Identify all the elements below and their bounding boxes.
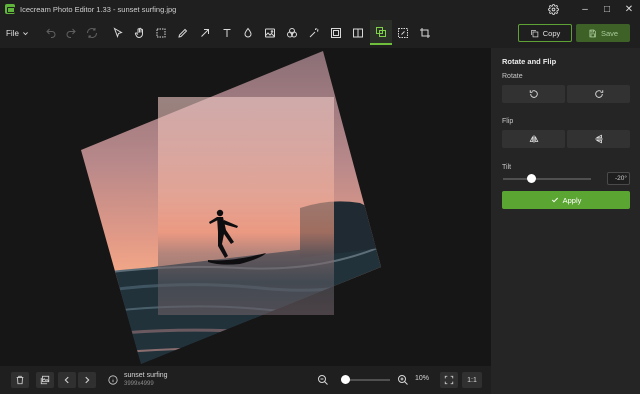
resize-tool[interactable] [393, 23, 413, 43]
blur-tool[interactable] [238, 23, 258, 43]
flip-label: Flip [502, 118, 514, 125]
text-icon [223, 29, 231, 37]
flip-vertical-icon [594, 134, 603, 144]
zoom-slider-thumb[interactable] [341, 375, 350, 384]
check-icon [551, 197, 558, 203]
tilt-slider-thumb[interactable] [527, 174, 536, 183]
rotate-flip-panel: Rotate and Flip Rotate Flip Tilt -20° Ap… [491, 48, 640, 394]
next-image-button[interactable] [78, 372, 96, 388]
window-title: Icecream Photo Editor 1.33 - sunset surf… [20, 4, 177, 14]
image-icon [265, 28, 275, 38]
file-dimensions: 3999x4999 [124, 380, 154, 387]
gallery-icon [40, 375, 50, 385]
file-menu-label: File [6, 28, 19, 38]
flip-horizontal-button[interactable] [502, 130, 565, 148]
apply-label: Apply [562, 195, 582, 205]
chevron-right-icon [85, 376, 90, 384]
trash-icon [16, 375, 24, 385]
text-tool[interactable] [217, 23, 237, 43]
pointer-icon [113, 27, 123, 38]
file-info: sunset surfing 3999x4999 [108, 372, 168, 387]
close-button[interactable]: ✕ [618, 0, 640, 18]
flip-horizontal-icon [529, 135, 538, 143]
pointer-tool[interactable] [108, 23, 128, 43]
redo-icon [66, 28, 76, 38]
save-button[interactable]: Save [576, 24, 630, 42]
pencil-tool[interactable] [173, 23, 193, 43]
tilt-slider-track[interactable] [503, 178, 591, 180]
copy-icon [530, 29, 538, 37]
undo-icon [46, 28, 56, 38]
zoom-out-icon[interactable] [317, 374, 329, 386]
toolbar: File Copy Save [0, 18, 640, 48]
tilt-label: Tilt [502, 164, 512, 171]
app-logo-icon [5, 4, 15, 14]
info-icon [108, 375, 118, 385]
reset-button[interactable] [82, 23, 102, 43]
zoom-in-icon[interactable] [397, 374, 409, 386]
previous-image-button[interactable] [58, 372, 76, 388]
split-tool[interactable] [348, 23, 368, 43]
crop-icon [420, 28, 430, 38]
bottom-bar: sunset surfing 3999x4999 10% 1:1 [0, 366, 491, 394]
arrow-tool[interactable] [195, 23, 215, 43]
file-menu[interactable]: File [6, 26, 29, 40]
window-controls: – □ ✕ [542, 0, 640, 18]
copy-button[interactable]: Copy [518, 24, 572, 42]
arrow-icon [201, 29, 209, 37]
pencil-icon [178, 28, 188, 38]
minimize-button[interactable]: – [574, 0, 596, 18]
rotate-left-button[interactable] [502, 85, 565, 103]
panel-title: Rotate and Flip [502, 57, 557, 66]
magic-wand-icon [309, 28, 319, 38]
title-bar: Icecream Photo Editor 1.33 - sunset surf… [0, 0, 640, 18]
reset-icon [87, 28, 97, 38]
apply-button[interactable]: Apply [502, 191, 630, 209]
chevron-left-icon [64, 376, 69, 384]
delete-button[interactable] [11, 372, 29, 388]
frame-tool[interactable] [326, 23, 346, 43]
chevron-down-icon [22, 31, 28, 35]
gallery-button[interactable] [36, 372, 54, 388]
zoom-level: 10% [415, 375, 430, 382]
photo-preview [81, 51, 381, 364]
split-icon [353, 28, 363, 38]
rotate-right-icon [594, 90, 603, 98]
flip-vertical-button[interactable] [567, 130, 630, 148]
rotate-label: Rotate [502, 73, 523, 80]
filters-icon [287, 28, 297, 38]
maximize-button[interactable]: □ [596, 0, 618, 18]
save-label: Save [600, 28, 619, 38]
hand-icon [134, 27, 143, 39]
blur-icon [244, 27, 252, 38]
save-icon [589, 29, 596, 37]
magic-wand-tool[interactable] [304, 23, 324, 43]
rotate-left-icon [529, 90, 538, 98]
fit-screen-icon [444, 375, 454, 385]
crop-tool[interactable] [415, 23, 435, 43]
redo-button[interactable] [61, 23, 81, 43]
settings-gear-icon[interactable] [542, 0, 564, 18]
fit-to-screen-button[interactable] [440, 372, 458, 388]
selection-tool[interactable] [151, 23, 171, 43]
rotate-flip-icon [376, 26, 386, 37]
frame-icon [331, 28, 341, 38]
image-tool[interactable] [260, 23, 280, 43]
image-canvas[interactable] [0, 48, 491, 366]
tilt-value-field[interactable]: -20° [607, 172, 630, 185]
hand-tool[interactable] [130, 23, 150, 43]
resize-icon [398, 28, 408, 38]
rotate-right-button[interactable] [567, 85, 630, 103]
filters-tool[interactable] [282, 23, 302, 43]
copy-label: Copy [542, 28, 561, 38]
selection-icon [156, 28, 166, 38]
actual-size-button[interactable]: 1:1 [462, 372, 482, 388]
rotate-flip-tool[interactable] [370, 20, 392, 45]
undo-button[interactable] [41, 23, 61, 43]
file-name: sunset surfing [124, 372, 168, 379]
